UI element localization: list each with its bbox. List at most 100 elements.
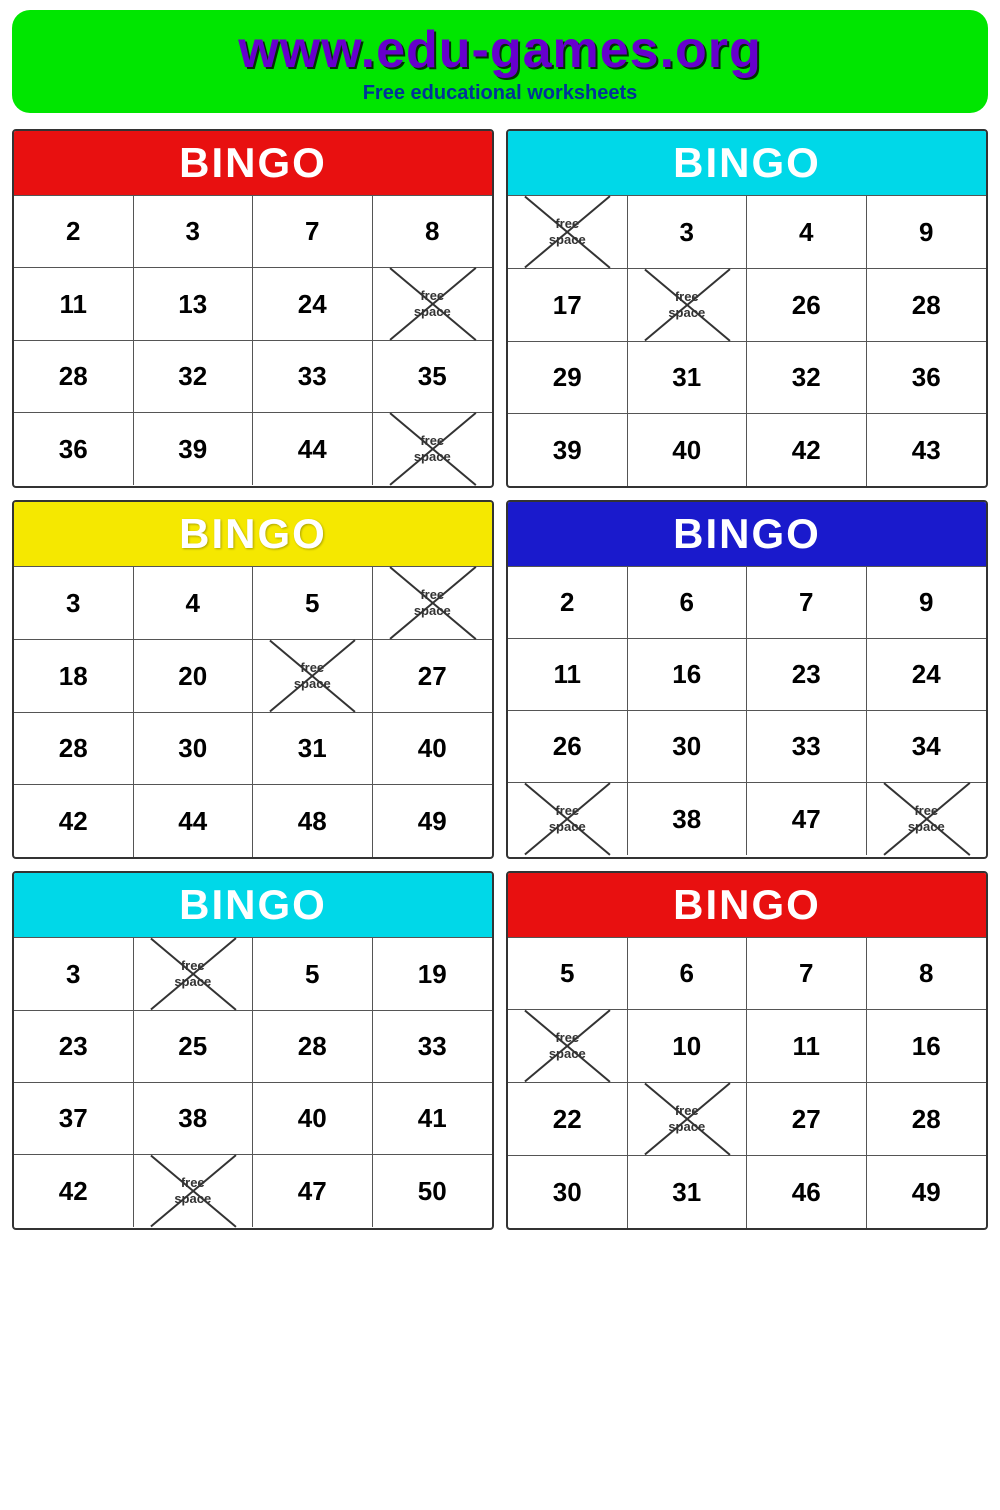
cards-container: BINGO2378111324free space28323335363944f… <box>0 121 1000 1242</box>
cell-6-1-2: 11 <box>747 1010 867 1083</box>
header: www.edu-games.org Free educational works… <box>12 10 988 113</box>
cell-6-2-3: 28 <box>867 1083 987 1156</box>
cell-2-1-2: 26 <box>747 269 867 342</box>
cell-4-2-3: 34 <box>867 711 987 783</box>
cell-2-1-0: 17 <box>508 269 628 342</box>
cell-3-1-3: 27 <box>373 640 493 713</box>
cell-5-3-0: 42 <box>14 1155 134 1227</box>
cell-5-1-3: 33 <box>373 1011 493 1083</box>
cell-6-3-2: 46 <box>747 1156 867 1228</box>
cell-4-1-1: 16 <box>628 639 748 711</box>
bingo-card-3: BINGO345free space1820free space27283031… <box>12 500 494 859</box>
cell-5-0-3: 19 <box>373 938 493 1011</box>
cell-4-3-0: free space <box>508 783 628 855</box>
cell-1-1-1: 13 <box>134 268 254 341</box>
cell-6-0-2: 7 <box>747 938 867 1010</box>
cell-6-1-3: 16 <box>867 1010 987 1083</box>
cell-6-2-2: 27 <box>747 1083 867 1156</box>
cell-4-0-3: 9 <box>867 567 987 639</box>
cell-2-0-1: 3 <box>628 196 748 269</box>
cell-2-0-3: 9 <box>867 196 987 269</box>
cell-5-1-0: 23 <box>14 1011 134 1083</box>
cell-5-2-2: 40 <box>253 1083 373 1155</box>
cell-4-0-2: 7 <box>747 567 867 639</box>
cell-2-0-0: free space <box>508 196 628 269</box>
cell-4-2-2: 33 <box>747 711 867 783</box>
cell-3-3-1: 44 <box>134 785 254 857</box>
cell-2-1-1: free space <box>628 269 748 342</box>
cell-1-1-3: free space <box>373 268 493 341</box>
cell-4-1-3: 24 <box>867 639 987 711</box>
cell-4-3-1: 38 <box>628 783 748 855</box>
cell-5-1-1: 25 <box>134 1011 254 1083</box>
cell-5-1-2: 28 <box>253 1011 373 1083</box>
cell-3-0-1: 4 <box>134 567 254 640</box>
cell-6-2-0: 22 <box>508 1083 628 1156</box>
cell-3-2-1: 30 <box>134 713 254 785</box>
bingo-card-4: BINGO26791116232426303334free space3847f… <box>506 500 988 859</box>
cell-3-0-3: free space <box>373 567 493 640</box>
cell-1-2-0: 28 <box>14 341 134 413</box>
bingo-grid-2: free space34917free space262829313236394… <box>508 195 986 486</box>
cell-6-0-1: 6 <box>628 938 748 1010</box>
bingo-header-6: BINGO <box>508 873 986 937</box>
cell-3-2-0: 28 <box>14 713 134 785</box>
cell-1-3-1: 39 <box>134 413 254 485</box>
cell-4-3-2: 47 <box>747 783 867 855</box>
cell-6-1-0: free space <box>508 1010 628 1083</box>
bingo-card-5: BINGO3free space519232528333738404142fre… <box>12 871 494 1230</box>
cell-1-0-3: 8 <box>373 196 493 268</box>
cell-6-3-3: 49 <box>867 1156 987 1228</box>
cell-3-3-3: 49 <box>373 785 493 857</box>
cell-5-0-2: 5 <box>253 938 373 1011</box>
bingo-grid-1: 2378111324free space28323335363944free s… <box>14 195 492 485</box>
bingo-card-1: BINGO2378111324free space28323335363944f… <box>12 129 494 488</box>
cell-2-2-0: 29 <box>508 342 628 414</box>
cell-4-0-0: 2 <box>508 567 628 639</box>
cell-2-3-0: 39 <box>508 414 628 486</box>
bingo-header-1: BINGO <box>14 131 492 195</box>
bingo-header-3: BINGO <box>14 502 492 566</box>
cell-4-1-0: 11 <box>508 639 628 711</box>
cell-5-0-1: free space <box>134 938 254 1011</box>
cell-4-3-3: free space <box>867 783 987 855</box>
cell-3-3-2: 48 <box>253 785 373 857</box>
cell-1-3-3: free space <box>373 413 493 485</box>
cell-5-2-1: 38 <box>134 1083 254 1155</box>
cell-2-2-1: 31 <box>628 342 748 414</box>
cell-1-3-0: 36 <box>14 413 134 485</box>
header-title: www.edu-games.org <box>22 20 978 80</box>
bingo-grid-4: 26791116232426303334free space3847free s… <box>508 566 986 855</box>
bingo-header-4: BINGO <box>508 502 986 566</box>
cell-5-0-0: 3 <box>14 938 134 1011</box>
cell-3-2-3: 40 <box>373 713 493 785</box>
cell-2-3-1: 40 <box>628 414 748 486</box>
header-subtitle: Free educational worksheets <box>22 82 978 105</box>
cell-3-0-0: 3 <box>14 567 134 640</box>
bingo-card-6: BINGO5678free space10111622free space272… <box>506 871 988 1230</box>
cell-2-2-2: 32 <box>747 342 867 414</box>
bingo-header-5: BINGO <box>14 873 492 937</box>
cell-5-3-3: 50 <box>373 1155 493 1227</box>
cell-3-3-0: 42 <box>14 785 134 857</box>
bingo-header-2: BINGO <box>508 131 986 195</box>
cell-5-3-2: 47 <box>253 1155 373 1227</box>
cell-6-2-1: free space <box>628 1083 748 1156</box>
cell-3-1-1: 20 <box>134 640 254 713</box>
bingo-grid-3: 345free space1820free space2728303140424… <box>14 566 492 857</box>
cell-2-3-2: 42 <box>747 414 867 486</box>
bingo-card-2: BINGOfree space34917free space2628293132… <box>506 129 988 488</box>
cell-1-3-2: 44 <box>253 413 373 485</box>
cell-3-1-0: 18 <box>14 640 134 713</box>
cell-2-1-3: 28 <box>867 269 987 342</box>
cell-3-0-2: 5 <box>253 567 373 640</box>
cell-2-0-2: 4 <box>747 196 867 269</box>
cell-5-3-1: free space <box>134 1155 254 1227</box>
cell-1-0-0: 2 <box>14 196 134 268</box>
cell-2-3-3: 43 <box>867 414 987 486</box>
cell-1-0-2: 7 <box>253 196 373 268</box>
cell-3-1-2: free space <box>253 640 373 713</box>
cell-4-2-0: 26 <box>508 711 628 783</box>
cell-3-2-2: 31 <box>253 713 373 785</box>
cell-4-2-1: 30 <box>628 711 748 783</box>
